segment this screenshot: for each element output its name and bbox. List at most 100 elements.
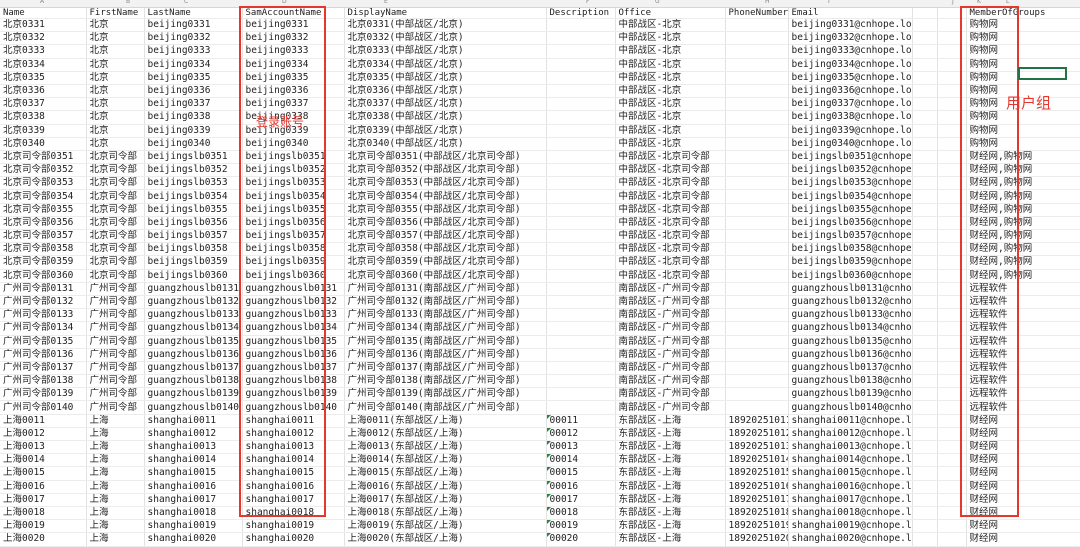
cell-first-name[interactable]: 上海 (86, 453, 145, 468)
cell-email[interactable]: beijing0335@cnhope.local (788, 71, 913, 85)
cell-display-name[interactable]: 广州司令部0139(南部战区/广州司令部) (344, 387, 547, 402)
cell-phone-number[interactable] (725, 97, 789, 112)
cell-col-j[interactable] (912, 506, 938, 521)
cell-name[interactable]: 上海0014 (0, 453, 87, 468)
cell-first-name[interactable]: 广州司令部 (86, 374, 145, 389)
cell-col-j[interactable] (912, 427, 938, 442)
cell-display-name[interactable]: 北京0340(中部战区/北京) (344, 137, 547, 151)
cell-col-j[interactable] (912, 203, 938, 217)
cell-first-name[interactable]: 北京 (86, 44, 145, 59)
cell-name[interactable]: 广州司令部0132 (0, 295, 87, 310)
cell-phone-number[interactable] (725, 242, 789, 257)
cell-last-name[interactable]: guangzhouslb0140 (144, 400, 243, 415)
cell-display-name[interactable]: 上海0017(东部战区/上海) (344, 493, 547, 507)
cell-phone-number[interactable] (725, 31, 789, 46)
cell-first-name[interactable]: 广州司令部 (86, 308, 145, 323)
cell-last-name[interactable]: shanghai0016 (144, 480, 243, 494)
cell-name[interactable]: 广州司令部0131 (0, 282, 87, 296)
cell-name[interactable]: 北京司令部0360 (0, 269, 87, 283)
cell-description[interactable] (546, 242, 616, 257)
cell-phone-number[interactable] (725, 71, 789, 85)
cell-col-j[interactable] (912, 374, 938, 389)
cell-description[interactable] (546, 44, 616, 59)
cell-first-name[interactable]: 广州司令部 (86, 387, 145, 402)
cell-email[interactable]: guangzhouslb0135@cnhope.local (788, 335, 913, 349)
cell-col-j[interactable] (912, 361, 938, 376)
cell-name[interactable]: 广州司令部0137 (0, 361, 87, 376)
cell-name[interactable]: 北京0336 (0, 84, 87, 99)
cell-email[interactable]: beijing0332@cnhope.local (788, 31, 913, 46)
cell-display-name[interactable]: 广州司令部0136(南部战区/广州司令部) (344, 348, 547, 362)
cell-office[interactable]: 中部战区-北京 (615, 18, 726, 33)
column-letter[interactable]: C (184, 0, 188, 5)
cell-email[interactable]: beijingslb0358@cnhope.local (788, 242, 913, 257)
header-cell-phone-number[interactable]: PhoneNumber (725, 8, 789, 19)
cell-office[interactable]: 中部战区-北京司令部 (615, 255, 726, 270)
cell-name[interactable]: 上海0017 (0, 493, 87, 507)
cell-phone-number[interactable] (725, 203, 789, 217)
cell-col-k[interactable] (937, 519, 967, 534)
cell-last-name[interactable]: beijingslb0356 (144, 216, 243, 231)
cell-col-j[interactable] (912, 269, 938, 283)
cell-first-name[interactable]: 广州司令部 (86, 282, 145, 296)
cell-office[interactable]: 南部战区-广州司令部 (615, 400, 726, 415)
cell-col-j[interactable] (912, 124, 938, 138)
cell-col-j[interactable] (912, 242, 938, 257)
cell-office[interactable]: 南部战区-广州司令部 (615, 321, 726, 336)
cell-phone-number[interactable]: 18920251015 (725, 466, 789, 481)
cell-first-name[interactable]: 广州司令部 (86, 348, 145, 362)
column-letter[interactable]: I (828, 0, 830, 5)
cell-office[interactable]: 中部战区-北京司令部 (615, 242, 726, 257)
cell-phone-number[interactable]: 18920251012 (725, 427, 789, 442)
cell-col-j[interactable] (912, 110, 938, 125)
cell-name[interactable]: 北京司令部0358 (0, 242, 87, 257)
cell-display-name[interactable]: 北京司令部0356(中部战区/北京司令部) (344, 216, 547, 231)
cell-description[interactable] (546, 189, 616, 204)
cell-description[interactable] (546, 387, 616, 402)
cell-display-name[interactable]: 北京0336(中部战区/北京) (344, 84, 547, 99)
cell-col-j[interactable] (912, 308, 938, 323)
cell-phone-number[interactable]: 18920251018 (725, 506, 789, 521)
cell-phone-number[interactable] (725, 295, 789, 310)
cell-email[interactable]: beijing0339@cnhope.local (788, 124, 913, 138)
cell-first-name[interactable]: 北京 (86, 124, 145, 138)
cell-last-name[interactable]: shanghai0014 (144, 453, 243, 468)
cell-office[interactable]: 中部战区-北京 (615, 110, 726, 125)
cell-member-of-groups[interactable]: 财经网 (966, 532, 1080, 547)
cell-first-name[interactable]: 北京司令部 (86, 203, 145, 217)
cell-first-name[interactable]: 上海 (86, 427, 145, 442)
cell-office[interactable]: 中部战区-北京司令部 (615, 150, 726, 165)
cell-first-name[interactable]: 北京司令部 (86, 189, 145, 204)
cell-office[interactable]: 南部战区-广州司令部 (615, 348, 726, 362)
cell-description[interactable] (546, 58, 616, 72)
cell-phone-number[interactable] (725, 361, 789, 376)
cell-description[interactable] (546, 124, 616, 138)
cell-description[interactable]: 00018 (546, 506, 616, 521)
cell-email[interactable]: guangzhouslb0137@cnhope.local (788, 361, 913, 376)
cell-email[interactable]: beijingslb0353@cnhope.local (788, 176, 913, 191)
cell-phone-number[interactable] (725, 18, 789, 33)
cell-email[interactable]: guangzhouslb0138@cnhope.local (788, 374, 913, 389)
cell-phone-number[interactable] (725, 348, 789, 362)
cell-name[interactable]: 北京司令部0356 (0, 216, 87, 231)
cell-last-name[interactable]: shanghai0011 (144, 414, 243, 428)
cell-first-name[interactable]: 广州司令部 (86, 335, 145, 349)
cell-name[interactable]: 北京司令部0355 (0, 203, 87, 217)
cell-description[interactable]: 00020 (546, 532, 616, 547)
cell-first-name[interactable]: 上海 (86, 493, 145, 507)
cell-office[interactable]: 中部战区-北京 (615, 58, 726, 72)
cell-office[interactable]: 南部战区-广州司令部 (615, 295, 726, 310)
cell-description[interactable] (546, 348, 616, 362)
column-letter[interactable]: D (282, 0, 287, 5)
cell-email[interactable]: shanghai0018@cnhope.local (788, 506, 913, 521)
cell-name[interactable]: 北京司令部0354 (0, 189, 87, 204)
cell-last-name[interactable]: beijing0340 (144, 137, 243, 151)
cell-office[interactable]: 东部战区-上海 (615, 519, 726, 534)
column-letter[interactable]: J (952, 0, 954, 5)
cell-display-name[interactable]: 广州司令部0140(南部战区/广州司令部) (344, 400, 547, 415)
cell-last-name[interactable]: beijing0339 (144, 124, 243, 138)
cell-description[interactable] (546, 150, 616, 165)
cell-phone-number[interactable] (725, 282, 789, 296)
cell-first-name[interactable]: 上海 (86, 519, 145, 534)
cell-col-k[interactable] (937, 532, 967, 547)
